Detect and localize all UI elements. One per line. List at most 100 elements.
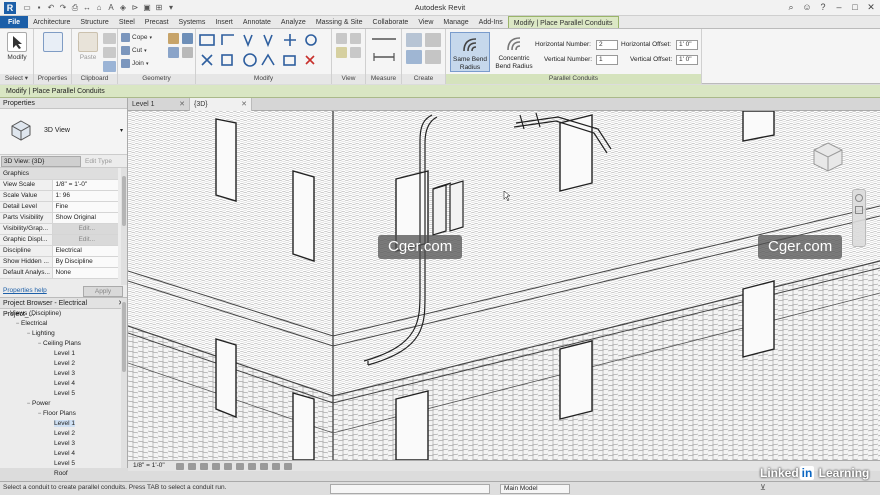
workset-combo[interactable] bbox=[330, 484, 490, 494]
apply-button[interactable]: Apply bbox=[83, 286, 123, 297]
tree-node[interactable]: Level 3 bbox=[0, 369, 127, 379]
view-selector[interactable]: 3D View: {3D} bbox=[1, 155, 81, 167]
temporary-hide-icon[interactable] bbox=[272, 463, 280, 470]
tab-analyze[interactable]: Analyze bbox=[276, 16, 311, 28]
close-tab-icon[interactable]: ✕ bbox=[179, 98, 185, 111]
horizontal-offset-field[interactable]: 1' 0" bbox=[676, 40, 698, 50]
show-crop-icon[interactable] bbox=[248, 463, 256, 470]
tree-node[interactable]: Level 4 bbox=[0, 379, 127, 389]
property-value[interactable]: By Discipline bbox=[52, 256, 118, 268]
create-parts-icon[interactable] bbox=[425, 33, 441, 47]
demolish-icon[interactable] bbox=[182, 47, 193, 58]
help-icon[interactable]: ? bbox=[818, 2, 828, 13]
tab-manage[interactable]: Manage bbox=[438, 16, 473, 28]
tab-add-ins[interactable]: Add-Ins bbox=[474, 16, 508, 28]
lightbulb-icon[interactable] bbox=[336, 47, 347, 58]
create-group-icon[interactable] bbox=[406, 33, 422, 47]
tree-node[interactable]: − Power bbox=[0, 399, 127, 409]
paste-button[interactable]: Paste bbox=[74, 32, 102, 61]
copy-icon[interactable] bbox=[103, 47, 116, 58]
user-icon[interactable]: ☺ bbox=[802, 2, 812, 13]
redo-icon[interactable]: ↷ bbox=[58, 3, 68, 13]
join-button[interactable]: Join ▾ bbox=[121, 59, 148, 68]
tree-node[interactable]: − Floor Plans bbox=[0, 409, 127, 419]
tree-node[interactable]: − Ceiling Plans bbox=[0, 339, 127, 349]
property-edit-button[interactable]: Edit... bbox=[52, 223, 118, 235]
tree-expand-icon[interactable]: − bbox=[25, 329, 32, 339]
sun-path-icon[interactable] bbox=[200, 463, 208, 470]
tree-node[interactable]: Roof bbox=[0, 469, 127, 479]
tree-node[interactable]: Level 5 bbox=[0, 389, 127, 399]
render-icon[interactable] bbox=[224, 463, 232, 470]
tree-node[interactable]: Level 3 bbox=[0, 439, 127, 449]
tab-steel[interactable]: Steel bbox=[114, 16, 140, 28]
crop-view-icon[interactable] bbox=[236, 463, 244, 470]
tab-insert[interactable]: Insert bbox=[210, 16, 238, 28]
switch-windows-icon[interactable]: ⊞ bbox=[154, 3, 164, 13]
lock-view-icon[interactable] bbox=[260, 463, 268, 470]
section-icon[interactable]: ⊳ bbox=[130, 3, 140, 13]
tree-expand-icon[interactable]: − bbox=[14, 319, 21, 329]
tree-expand-icon[interactable]: − bbox=[36, 339, 43, 349]
close-tab-icon[interactable]: ✕ bbox=[241, 98, 247, 111]
save-icon[interactable]: ▪ bbox=[34, 3, 44, 13]
close-hidden-icon[interactable]: ▣ bbox=[142, 3, 152, 13]
tab-view[interactable]: View bbox=[413, 16, 438, 28]
cope-button[interactable]: Cope ▾ bbox=[121, 33, 152, 42]
measure-icon[interactable]: ↔ bbox=[82, 3, 92, 13]
view-tab[interactable]: {3D} ✕ bbox=[190, 98, 252, 111]
tree-node[interactable]: Level 5 bbox=[0, 459, 127, 469]
property-value[interactable]: Electrical bbox=[52, 245, 118, 257]
open-icon[interactable]: ▭ bbox=[22, 3, 32, 13]
undo-icon[interactable]: ↶ bbox=[46, 3, 56, 13]
type-selector[interactable]: 3D View ▾ bbox=[0, 109, 127, 155]
revit-app-icon[interactable]: R bbox=[4, 2, 16, 14]
tab-architecture[interactable]: Architecture bbox=[28, 16, 75, 28]
same-bend-radius-button[interactable]: Same Bend Radius bbox=[450, 32, 490, 72]
paint-icon[interactable] bbox=[182, 33, 193, 44]
linework-icon[interactable] bbox=[350, 47, 361, 58]
graphics-group-header[interactable]: Graphics bbox=[0, 168, 118, 180]
viewcube-icon[interactable] bbox=[808, 137, 848, 177]
tab-collaborate[interactable]: Collaborate bbox=[368, 16, 414, 28]
tree-node[interactable]: − Electrical bbox=[0, 319, 127, 329]
shadows-icon[interactable] bbox=[212, 463, 220, 470]
cut-geometry-button[interactable]: Cut ▾ bbox=[121, 46, 147, 55]
view-scale[interactable]: 1/8" = 1'-0" bbox=[133, 462, 165, 469]
view-3d-icon[interactable]: ◈ bbox=[118, 3, 128, 13]
qat-dropdown-icon[interactable]: ▾ bbox=[166, 3, 176, 13]
binoculars-icon[interactable]: ⌕ bbox=[786, 2, 796, 13]
override-icon[interactable] bbox=[350, 33, 361, 44]
tab-modify-place-parallel-conduits[interactable]: Modify | Place Parallel Conduits bbox=[507, 16, 619, 28]
tree-expand-icon[interactable]: − bbox=[3, 309, 10, 319]
print-icon[interactable]: ⎙ bbox=[70, 3, 80, 13]
steering-wheel-icon[interactable] bbox=[855, 194, 863, 202]
property-edit-button[interactable]: Edit... bbox=[52, 234, 118, 246]
tab-massing-site[interactable]: Massing & Site bbox=[311, 16, 368, 28]
property-value[interactable]: Fine bbox=[52, 201, 118, 213]
minimize-icon[interactable]: – bbox=[834, 2, 844, 13]
type-dropdown-icon[interactable]: ▾ bbox=[120, 127, 123, 134]
navigation-bar[interactable] bbox=[852, 189, 866, 247]
tree-node[interactable]: Level 4 bbox=[0, 449, 127, 459]
edit-type-button[interactable]: Edit Type bbox=[85, 158, 112, 165]
3d-view-canvas[interactable]: Cger.com Cger.com bbox=[128, 111, 880, 460]
filter-icon[interactable]: ⊻ bbox=[760, 483, 766, 492]
tree-expand-icon[interactable]: − bbox=[36, 409, 43, 419]
modify-button[interactable]: Modify bbox=[3, 32, 31, 61]
cut-icon[interactable] bbox=[103, 33, 116, 44]
tree-node[interactable]: Level 2 bbox=[0, 429, 127, 439]
view-tab[interactable]: Level 1 ✕ bbox=[128, 98, 190, 111]
vertical-offset-field[interactable]: 1' 0" bbox=[676, 55, 698, 65]
tab-precast[interactable]: Precast bbox=[140, 16, 174, 28]
tree-node[interactable]: − Views (Discipline) bbox=[0, 309, 127, 319]
hide-icon[interactable] bbox=[336, 33, 347, 44]
tree-node[interactable]: Level 2 bbox=[0, 359, 127, 369]
reveal-hidden-icon[interactable] bbox=[284, 463, 292, 470]
visual-style-icon[interactable] bbox=[188, 463, 196, 470]
tab-systems[interactable]: Systems bbox=[174, 16, 211, 28]
tree-node[interactable]: Level 1 bbox=[0, 419, 127, 429]
properties-help-link[interactable]: Properties help bbox=[3, 287, 47, 294]
tree-expand-icon[interactable]: − bbox=[25, 399, 32, 409]
create-assembly-icon[interactable] bbox=[406, 50, 422, 64]
